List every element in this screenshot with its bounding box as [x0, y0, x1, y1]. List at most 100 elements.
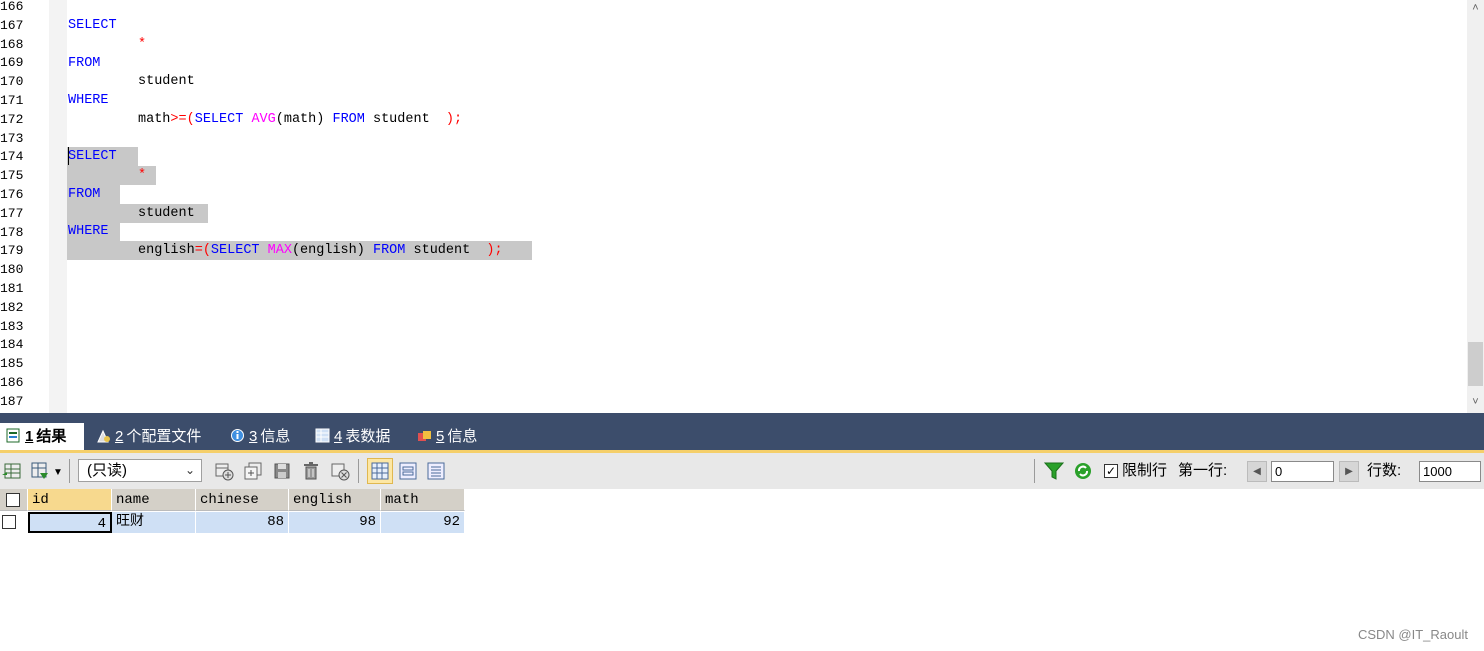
sql-identifier: student: [138, 74, 195, 89]
form-view-icon[interactable]: [398, 461, 418, 481]
sql-condition-line: math>=(SELECT AVG(math) FROM student );: [138, 110, 462, 129]
copy-grid-icon[interactable]: [30, 461, 50, 481]
profile-icon: [97, 429, 110, 443]
delete-icon[interactable]: [301, 461, 321, 481]
line-number: 181: [0, 281, 24, 296]
sql-keyword: FROM: [68, 56, 101, 71]
table-cell-name[interactable]: 旺财: [112, 512, 196, 533]
sql-editor[interactable]: 166 167 168 169 170 171 172 173 174 175 176 177 178 1…: [0, 0, 1484, 413]
results-toolbar: ▼ (只读) ⌄ ✓ 限制行 第一行: ◀ 0 ▶ 行数: 1000: [0, 453, 1484, 489]
row-checkbox[interactable]: [2, 515, 16, 529]
refresh-icon[interactable]: [1073, 461, 1093, 481]
first-row-field[interactable]: 0: [1271, 461, 1334, 482]
select-all-header[interactable]: [0, 489, 28, 511]
sql-keyword: WHERE: [68, 93, 109, 108]
sql-identifier: english: [138, 243, 195, 258]
sql-keyword: FROM: [68, 187, 101, 202]
info-icon: [231, 429, 244, 442]
tab-info-2[interactable]: 5 信息: [411, 423, 495, 450]
sql-identifier: student: [138, 206, 195, 221]
tab-table-data[interactable]: 4 表数据: [309, 423, 405, 450]
vertical-scrollbar[interactable]: ˄ ˅: [1467, 0, 1484, 413]
export-grid-icon[interactable]: [2, 461, 22, 481]
line-number: 182: [0, 299, 24, 315]
tab-number: 5: [436, 428, 445, 445]
save-icon[interactable]: [272, 461, 292, 481]
select-all-checkbox[interactable]: [6, 493, 20, 507]
scroll-up-icon[interactable]: ˄: [1467, 0, 1484, 17]
line-number: 177: [0, 205, 24, 221]
line-number: 185: [0, 356, 24, 372]
table-cell-english[interactable]: 98: [289, 512, 381, 533]
sql-function: MAX: [267, 243, 292, 258]
scroll-down-icon[interactable]: ˅: [1467, 394, 1484, 411]
result-mode-value: (只读): [87, 462, 127, 479]
previous-page-button[interactable]: ◀: [1247, 461, 1267, 482]
line-number: 169: [0, 55, 24, 71]
sql-operator: );: [445, 112, 463, 127]
sql-keyword: SELECT: [194, 112, 244, 127]
table-cell-id[interactable]: 4: [28, 512, 112, 533]
row-selector[interactable]: [0, 512, 28, 533]
sql-operator: =(: [194, 243, 211, 258]
text-caret: [68, 147, 69, 165]
column-header-math[interactable]: math: [381, 489, 465, 511]
line-number: 178: [0, 224, 24, 240]
tab-label: 个配置文件: [126, 428, 202, 445]
fold-margin: [49, 0, 67, 413]
table-cell-chinese[interactable]: 88: [196, 512, 289, 533]
watermark: CSDN @IT_Raoult: [1357, 627, 1468, 642]
tab-label: 信息: [260, 428, 291, 445]
column-header-id[interactable]: id: [28, 489, 112, 511]
sql-identifier: student: [372, 112, 430, 127]
next-page-button[interactable]: ▶: [1339, 461, 1359, 482]
tab-profiles[interactable]: 2 个配置文件: [90, 423, 218, 450]
tab-number: 4: [334, 428, 343, 445]
scrollbar-thumb[interactable]: [1468, 342, 1483, 386]
sql-identifier: (math): [275, 112, 325, 127]
row-count-field[interactable]: 1000: [1419, 461, 1481, 482]
line-number: 176: [0, 187, 24, 202]
sql-function: AVG: [251, 112, 276, 127]
toolbar-separator: [69, 459, 70, 483]
tab-number: 3: [249, 428, 258, 445]
result-mode-select[interactable]: (只读) ⌄: [78, 459, 202, 482]
limit-rows-checkbox[interactable]: ✓: [1104, 464, 1118, 478]
grid-view-button[interactable]: [367, 458, 393, 484]
chevron-down-icon[interactable]: ▼: [53, 462, 63, 484]
sql-operator: *: [138, 37, 147, 52]
sql-operator: *: [138, 168, 147, 183]
column-header-chinese[interactable]: chinese: [196, 489, 289, 511]
info2-icon: [418, 431, 431, 441]
discard-changes-icon[interactable]: [330, 461, 350, 481]
tab-label: 信息: [447, 428, 478, 445]
table-data-icon: [315, 428, 330, 443]
line-number: 166: [0, 0, 24, 14]
tab-results[interactable]: 1 结果: [0, 423, 84, 450]
tab-label: 结果: [36, 428, 67, 445]
sql-keyword: SELECT: [210, 243, 260, 258]
chevron-down-icon: ⌄: [184, 463, 195, 477]
line-number: 183: [0, 318, 24, 334]
filter-icon[interactable]: [1044, 461, 1064, 481]
column-header-name[interactable]: name: [112, 489, 196, 511]
line-number: 171: [0, 93, 24, 108]
line-number: 184: [0, 337, 24, 353]
table-cell-math[interactable]: 92: [381, 512, 465, 533]
sql-identifier: math: [138, 112, 171, 127]
text-view-icon[interactable]: [426, 461, 446, 481]
sql-identifier: student: [413, 243, 471, 258]
duplicate-row-icon[interactable]: [243, 461, 263, 481]
line-number: 173: [0, 130, 24, 146]
result-tabs-bar: 1 结果 2 个配置文件 3 信息 4 表数据 5 信息: [0, 413, 1484, 453]
grid-view-icon: [371, 462, 389, 480]
sql-operator: );: [486, 243, 503, 258]
first-row-label: 第一行:: [1178, 462, 1228, 479]
tab-info[interactable]: 3 信息: [224, 423, 304, 450]
column-header-english[interactable]: english: [289, 489, 381, 511]
add-row-icon[interactable]: [214, 461, 234, 481]
tab-number: 2: [115, 428, 124, 445]
limit-rows-label: 限制行: [1122, 462, 1168, 479]
line-number: 172: [0, 111, 24, 127]
line-number: 179: [0, 243, 24, 259]
